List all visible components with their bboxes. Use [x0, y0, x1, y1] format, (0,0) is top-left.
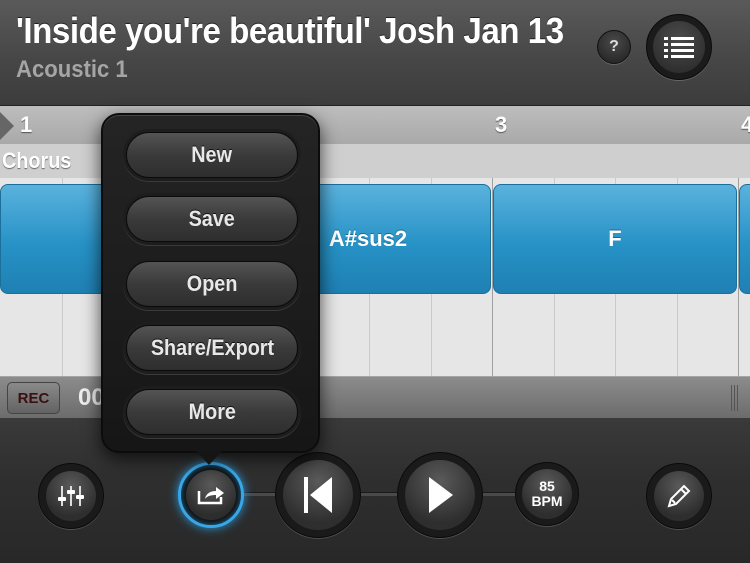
share-button[interactable] — [178, 462, 244, 528]
record-button[interactable]: REC — [7, 382, 60, 414]
menu-item-more[interactable]: More — [126, 389, 298, 435]
playhead-marker[interactable] — [0, 112, 14, 140]
list-icon — [664, 37, 694, 58]
share-icon — [197, 487, 224, 505]
chord-block[interactable] — [739, 184, 750, 294]
menu-item-open[interactable]: Open — [126, 261, 298, 307]
bar-number: 1 — [20, 112, 33, 137]
play-button[interactable] — [397, 452, 483, 538]
song-list-button[interactable] — [646, 14, 712, 80]
help-icon: ? — [609, 38, 619, 55]
popover-arrow — [196, 451, 222, 465]
bpm-unit: BPM — [531, 493, 563, 509]
mixer-icon — [58, 486, 84, 506]
share-menu-popover: New Save Open Share/Export More — [101, 113, 320, 453]
pencil-icon — [667, 484, 691, 508]
track-name: Acoustic 1 — [16, 56, 128, 83]
edit-button[interactable] — [646, 463, 712, 529]
menu-item-new[interactable]: New — [126, 132, 298, 178]
rewind-icon — [304, 477, 332, 513]
chord-name: F — [608, 226, 622, 251]
header-bar: 'Inside you're beautiful' Josh Jan 13 Ac… — [0, 0, 750, 106]
menu-item-share-export[interactable]: Share/Export — [126, 325, 298, 371]
help-button[interactable]: ? — [597, 30, 631, 64]
chord-block[interactable]: F — [493, 184, 737, 294]
chord-name: A#sus2 — [328, 226, 408, 251]
play-icon — [429, 477, 453, 513]
resize-grip-icon[interactable] — [731, 385, 739, 411]
bpm-value: 85 — [539, 478, 555, 494]
bar-number: 3 — [495, 112, 508, 137]
tempo-button[interactable]: 85 BPM — [515, 462, 579, 526]
section-label: Chorus — [2, 148, 72, 173]
song-title: 'Inside you're beautiful' Josh Jan 13 — [16, 10, 564, 51]
rewind-button[interactable] — [275, 452, 361, 538]
bar-number: 4 — [741, 112, 750, 137]
mixer-button[interactable] — [38, 463, 104, 529]
menu-item-save[interactable]: Save — [126, 196, 298, 242]
